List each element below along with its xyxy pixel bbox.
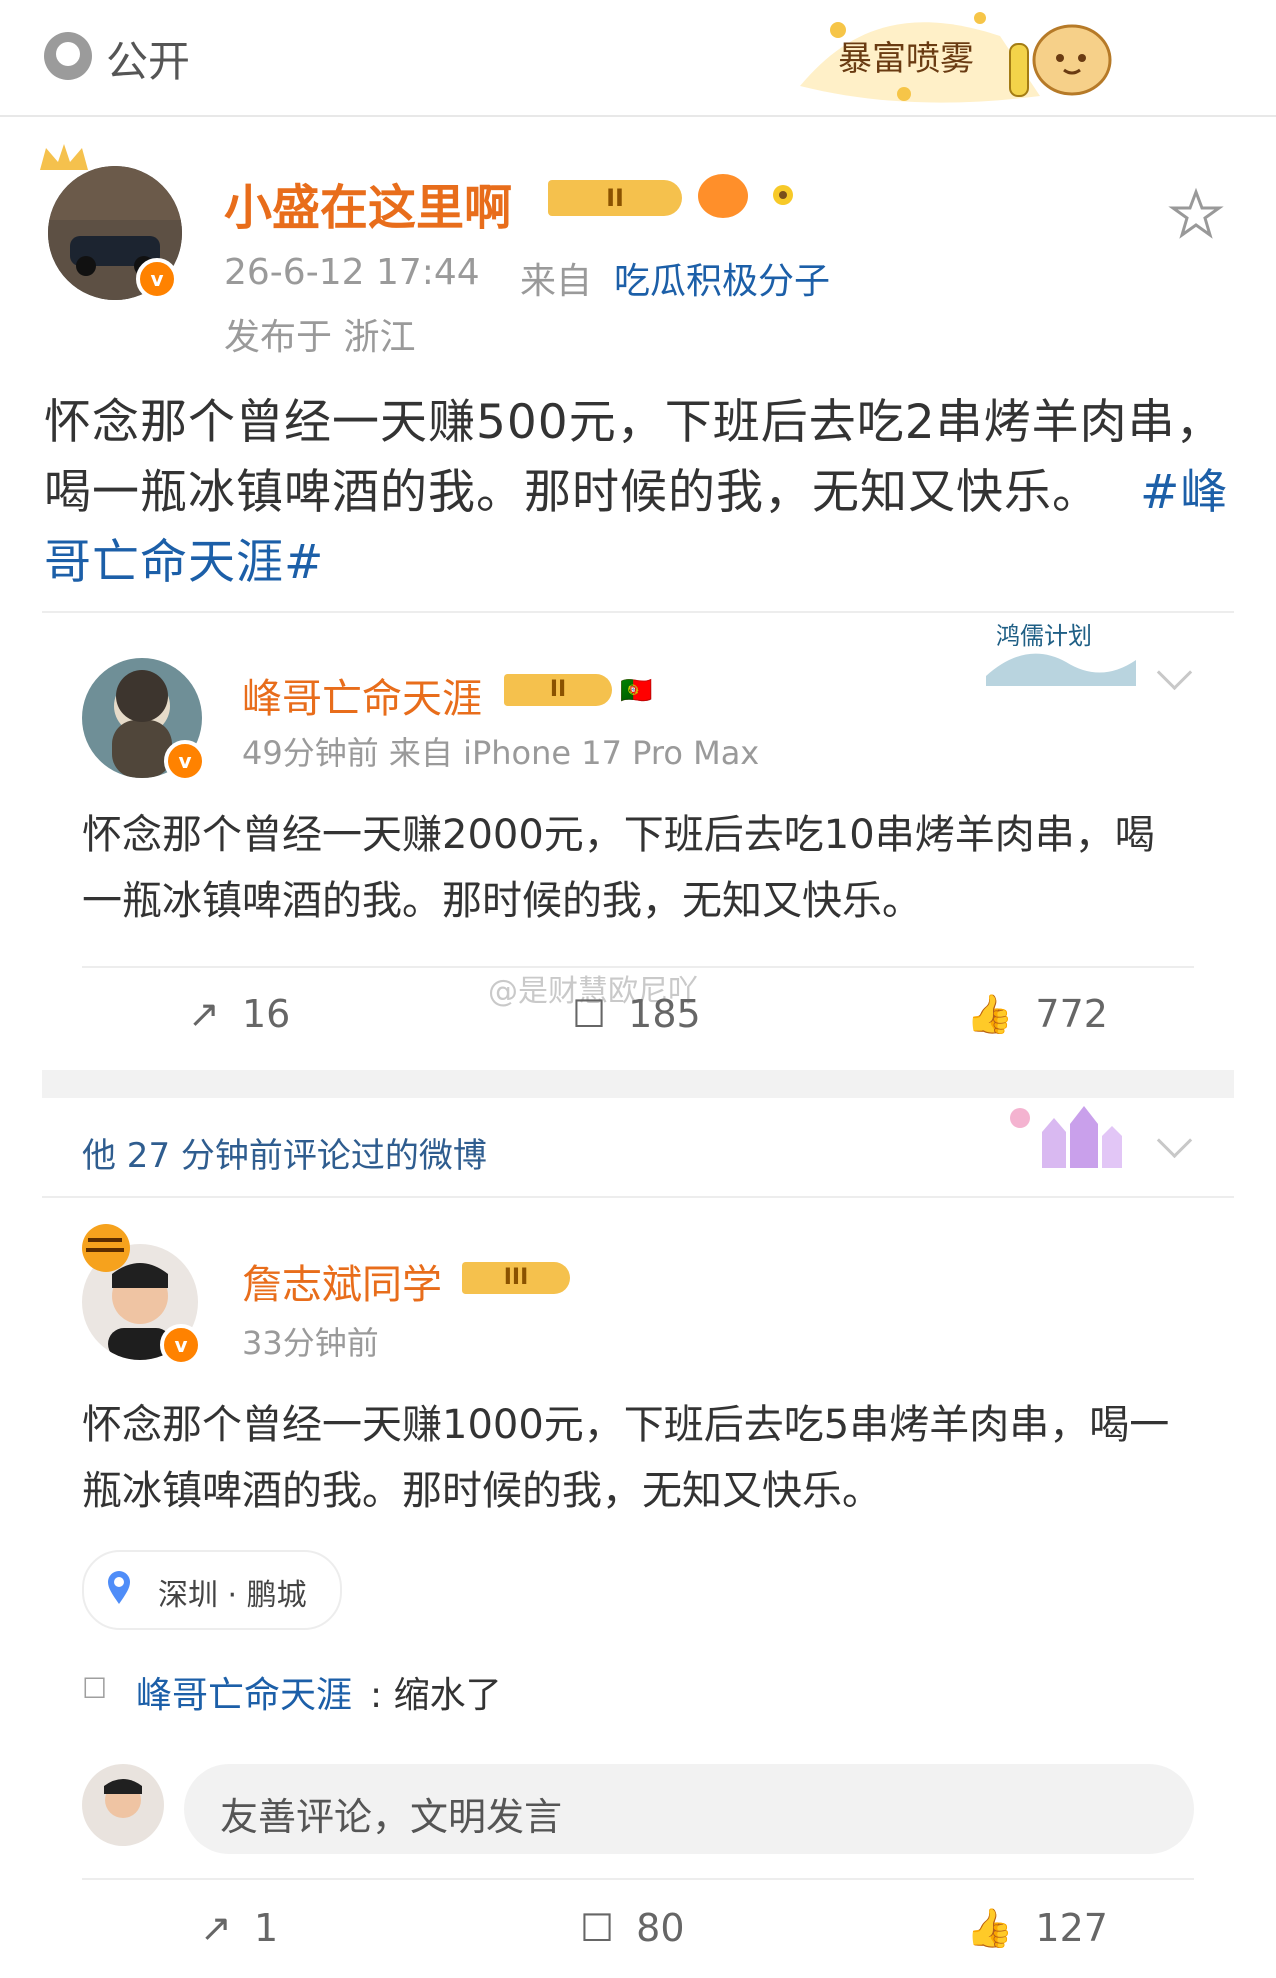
tiger-icon (72, 1220, 142, 1280)
comment-member-badge: III (462, 1262, 570, 1294)
comment-input-placeholder: 友善评论，文明发言 (220, 1795, 563, 1839)
reply-author-name[interactable]: 峰哥亡命天涯 (136, 1666, 352, 1718)
repost-divider (42, 611, 1234, 613)
repost-author-name[interactable]: 峰哥亡命天涯 (242, 666, 482, 724)
post-location: 发布于 浙江 (224, 317, 416, 358)
section-divider (42, 1196, 1234, 1198)
banner-decoration: 暴富喷雾 (790, 6, 1120, 112)
repost-chevron-down-icon[interactable] (1156, 654, 1193, 691)
repost-share-count: 16 (241, 992, 291, 1036)
repost-member-badge: II (504, 674, 612, 706)
comment-share-icon: ↗ (200, 1906, 232, 1950)
like-icon: 👍 (966, 992, 1014, 1036)
pufferfish-icon (698, 174, 748, 218)
globe-icon (44, 32, 92, 80)
comment-verified-icon: v (160, 1324, 202, 1366)
current-user-avatar[interactable] (82, 1764, 164, 1846)
badge-level: II (606, 184, 624, 212)
comment-action-divider (82, 1878, 1194, 1880)
post-timestamp: 26-6-12 17:44 (224, 252, 480, 293)
comment-like-button[interactable]: 👍 127 (966, 1906, 1108, 1951)
repost-comment-button[interactable]: ☐ 185 (572, 992, 701, 1036)
comment-content: 怀念那个曾经一天赚1000元，下班后去吃5串烤羊肉串，喝一瓶冰镇啤酒的我。那时候… (82, 1402, 1170, 1514)
repost-comment-count: 185 (628, 992, 701, 1036)
banner-text: 暴富喷雾 (838, 39, 974, 79)
reply-comment-icon: ☐ (82, 1672, 108, 1705)
repost-country-flag: 🇵🇹 (620, 676, 653, 706)
crown-icon (36, 140, 92, 176)
location-text: 深圳 · 鹏城 (158, 1578, 307, 1613)
repost-content: 怀念那个曾经一天赚2000元，下班后去吃10串烤羊肉串，喝一瓶冰镇啤酒的我。那时… (82, 812, 1155, 924)
post-source-name[interactable]: 吃瓜积极分子 (614, 252, 830, 304)
comment-badge-level: III (503, 1265, 529, 1290)
favorite-star-icon[interactable] (1168, 186, 1224, 242)
comment-comment-button[interactable]: ☐ 80 (580, 1906, 685, 1950)
repost-like-count: 772 (1035, 992, 1108, 1036)
post-content: 怀念那个曾经一天赚500元，下班后去吃2串烤羊肉串，喝一瓶冰镇啤酒的我。那时候的… (44, 388, 1230, 598)
banner-art: 暴富喷雾 (800, 12, 1112, 103)
repost-banner: 鸿儒计划 (986, 622, 1136, 686)
section-spacer (42, 1070, 1234, 1098)
section-chevron-down-icon[interactable] (1156, 1122, 1193, 1159)
section-title: 他 27 分钟前评论过的微博 (82, 1136, 487, 1176)
sunflower-icon (764, 176, 802, 214)
repost-share-button[interactable]: ↗ 16 (188, 992, 290, 1036)
comment-time: 33分钟前 (242, 1324, 379, 1362)
comment-comment-count: 80 (636, 1906, 685, 1950)
verified-icon: v (136, 258, 178, 300)
repost-like-button[interactable]: 👍 772 (966, 992, 1108, 1037)
comment-share-button[interactable]: ↗ 1 (200, 1906, 278, 1950)
comment-icon: ☐ (572, 992, 607, 1036)
repost-verified-icon: v (164, 740, 206, 782)
comment-comment-icon: ☐ (580, 1906, 615, 1950)
visibility-label: 公开 (106, 37, 191, 86)
comment-like-icon: 👍 (966, 1906, 1014, 1950)
share-icon: ↗ (188, 992, 220, 1036)
castle-icon (1002, 1098, 1144, 1174)
member-badge: II (548, 180, 682, 216)
repost-badge-level: II (549, 677, 567, 702)
reply-text: : 缩水了 (370, 1675, 502, 1716)
repost-banner-text: 鸿儒计划 (996, 622, 1092, 650)
location-pin-icon (104, 1568, 134, 1606)
comment-author-name[interactable]: 詹志斌同学 (242, 1252, 442, 1310)
comment-like-count: 127 (1035, 1906, 1108, 1950)
post-source-prefix: 来自 (520, 261, 593, 302)
repost-meta: 49分钟前 来自 iPhone 17 Pro Max (242, 734, 760, 772)
post-author-name[interactable]: 小盛在这里啊 (224, 168, 512, 238)
comment-share-count: 1 (253, 1906, 279, 1950)
post-text: 怀念那个曾经一天赚500元，下班后去吃2串烤羊肉串，喝一瓶冰镇啤酒的我。那时候的… (44, 395, 1224, 520)
